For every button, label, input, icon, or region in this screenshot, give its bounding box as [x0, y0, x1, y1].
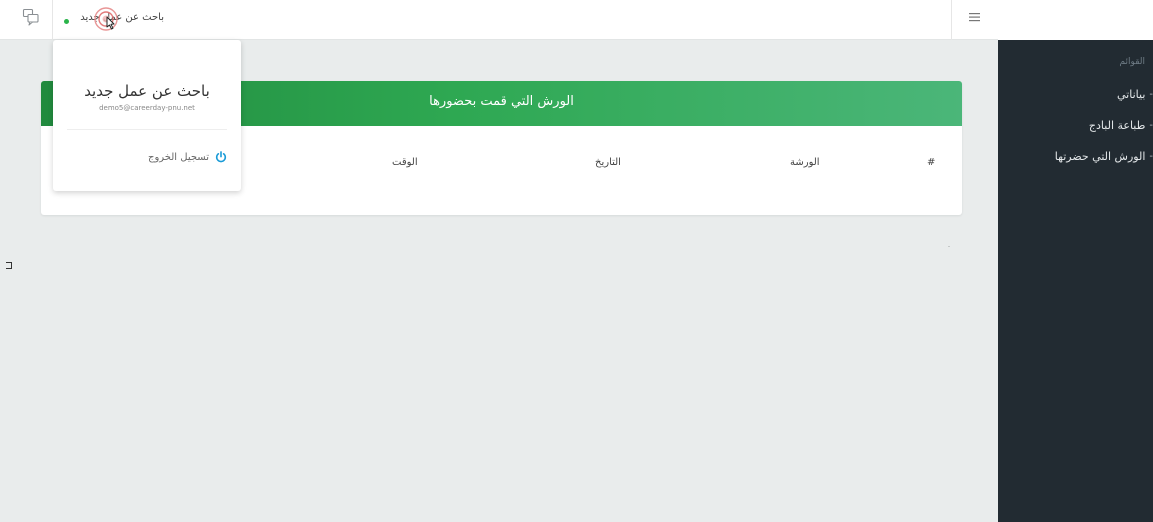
user-full-name: باحث عن عمل جديد	[84, 82, 210, 100]
column-header-date: التاريخ	[595, 157, 621, 168]
user-email: demo5@careerday-pnu.net	[99, 104, 195, 112]
navbar-divider	[52, 0, 53, 40]
pointer-cursor-icon	[94, 7, 118, 31]
navbar-divider	[951, 0, 952, 40]
power-icon	[215, 151, 227, 163]
sidebar-item-print-badge[interactable]: - طباعة البادج	[1089, 117, 1153, 133]
edge-bracket-mark	[6, 262, 12, 269]
sidebar-brand-area	[998, 0, 1153, 40]
sidebar-heading: القوائم	[1119, 57, 1145, 67]
logout-button[interactable]: تسجيل الخروج	[148, 151, 227, 163]
stray-dot	[948, 246, 950, 247]
sidebar: القوائم - بياناتي - طباعة البادج - الورش…	[998, 40, 1153, 522]
bullet-dash-icon: -	[1149, 150, 1153, 162]
logout-label: تسجيل الخروج	[147, 151, 209, 163]
sidebar-item-attended-workshops[interactable]: - الورش التي حضرتها	[1055, 148, 1153, 164]
sidebar-item-label: طباعة البادج	[1088, 118, 1146, 132]
hamburger-menu-icon[interactable]	[968, 10, 982, 24]
online-status-dot	[64, 19, 69, 24]
bullet-dash-icon: -	[1149, 119, 1153, 131]
column-header-number: #	[927, 157, 936, 168]
sidebar-item-label: بياناتي	[1117, 87, 1146, 101]
chat-bubbles-icon[interactable]	[22, 8, 40, 26]
user-dropdown-menu: باحث عن عمل جديد demo5@careerday-pnu.net…	[53, 40, 241, 191]
bullet-dash-icon: -	[1149, 88, 1153, 100]
column-header-workshop: الورشة	[790, 157, 820, 168]
sidebar-item-my-data[interactable]: - بياناتي	[1117, 86, 1153, 102]
top-navbar: باحث عن عمل جديد	[0, 0, 998, 40]
dropdown-divider	[67, 129, 227, 130]
column-header-time: الوقت	[392, 157, 418, 168]
sidebar-item-label: الورش التي حضرتها	[1054, 149, 1146, 163]
